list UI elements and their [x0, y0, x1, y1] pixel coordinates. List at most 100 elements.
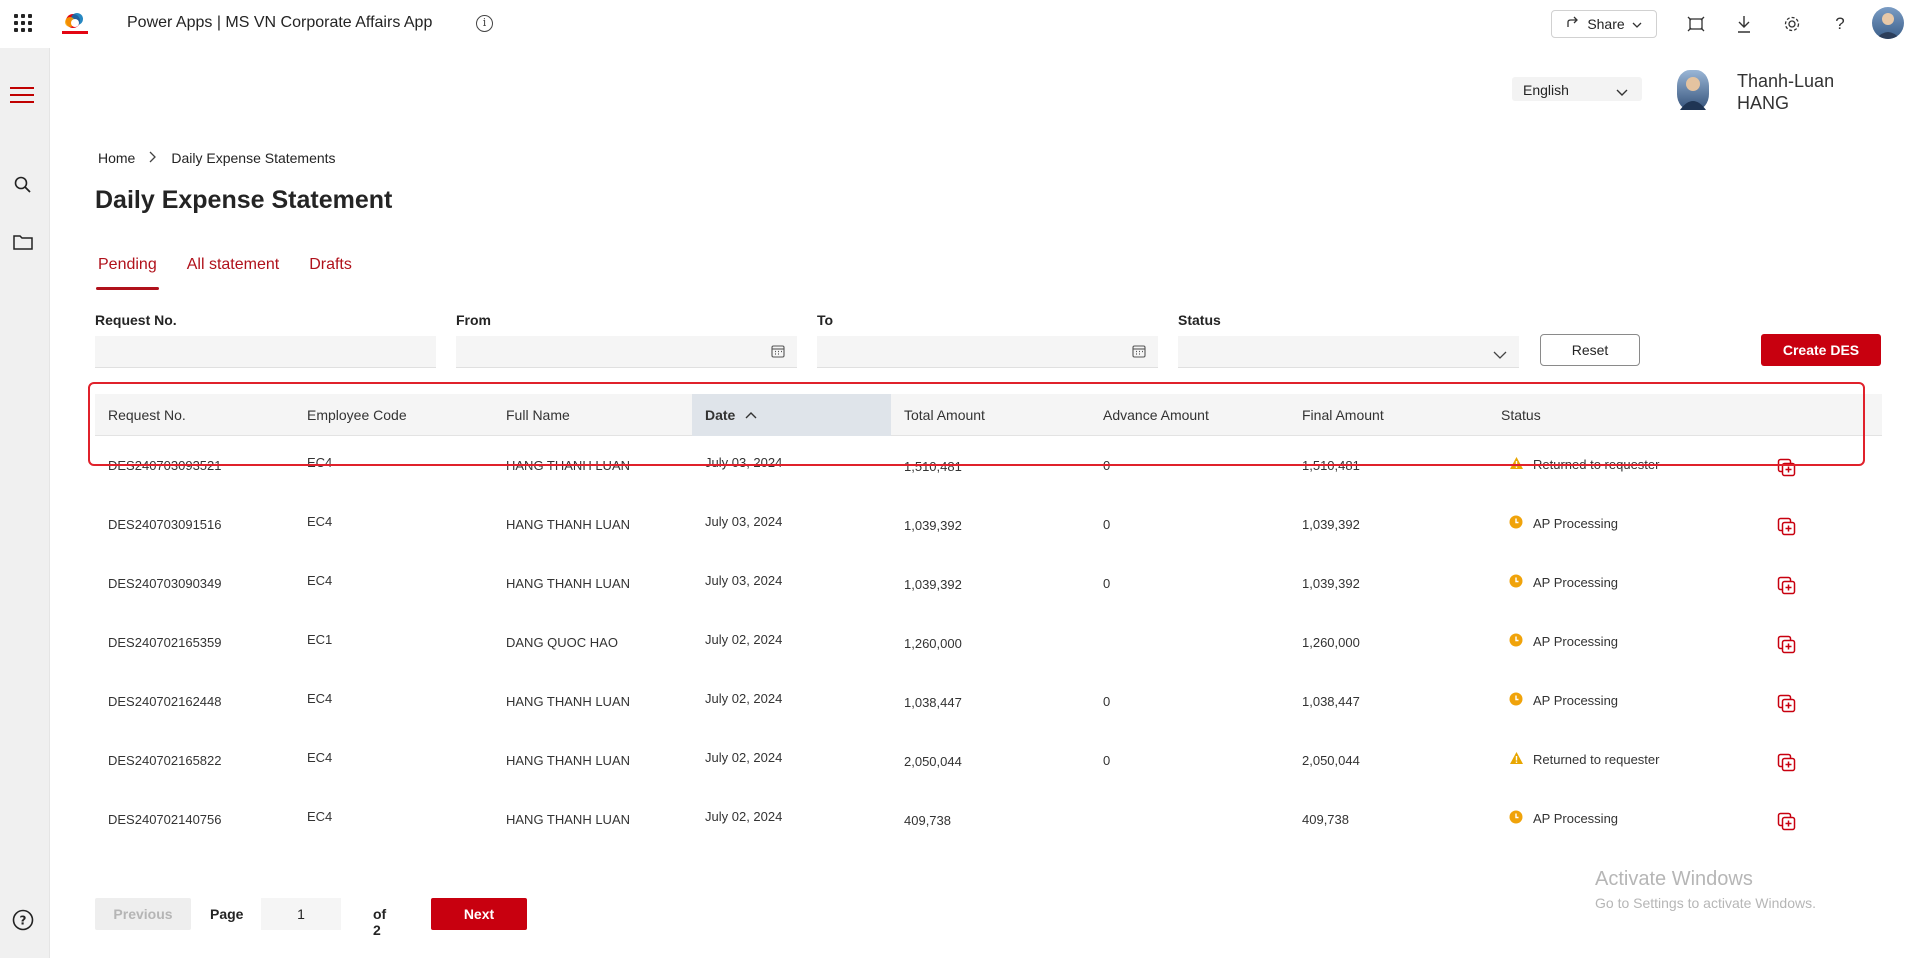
- cell-full-name: HANG THANH LUAN: [506, 753, 631, 768]
- table-row[interactable]: DES240703091516 EC4 HANG THANH LUAN July 03…: [95, 495, 1882, 554]
- chevron-down-icon: [1616, 84, 1628, 100]
- folder-icon[interactable]: [12, 231, 34, 253]
- column-header-advance-amount[interactable]: Advance Amount: [1090, 394, 1289, 436]
- cell-advance-amount: 0: [1103, 753, 1111, 768]
- cell-date: July 03, 2024: [705, 573, 783, 588]
- duplicate-icon[interactable]: [1777, 576, 1797, 596]
- from-label: From: [456, 312, 491, 328]
- duplicate-icon[interactable]: [1777, 458, 1797, 478]
- chevron-down-icon: [1632, 16, 1642, 32]
- status-label: Status: [1178, 312, 1221, 328]
- calendar-icon[interactable]: [771, 344, 785, 358]
- breadcrumb: Home Daily Expense Statements: [98, 150, 336, 166]
- status-dropdown[interactable]: [1178, 336, 1519, 368]
- totalenergies-logo: [58, 11, 92, 37]
- table-row[interactable]: DES240703093521 EC4 HANG THANH LUAN July 03…: [95, 436, 1882, 495]
- table-row[interactable]: DES240702140756 EC4 HANG THANH LUAN July 02…: [95, 790, 1882, 849]
- cell-advance-amount: 0: [1103, 458, 1111, 473]
- help-circle-icon[interactable]: ?: [12, 909, 34, 931]
- duplicate-icon[interactable]: [1777, 753, 1797, 773]
- column-header-employee-code[interactable]: Employee Code: [294, 394, 493, 436]
- tab-pending[interactable]: Pending: [96, 256, 159, 290]
- table-body: DES240703093521 EC4 HANG THANH LUAN July 03…: [95, 436, 1882, 849]
- cell-status: AP Processing: [1533, 516, 1619, 531]
- column-header-final-amount[interactable]: Final Amount: [1289, 394, 1488, 436]
- to-label: To: [817, 312, 834, 328]
- cell-status: AP Processing: [1533, 634, 1619, 649]
- request-no-label: Request No.: [95, 312, 177, 328]
- previous-button[interactable]: Previous: [95, 898, 191, 930]
- cell-date: July 02, 2024: [705, 632, 783, 647]
- table-row[interactable]: DES240702165822 EC4 HANG THANH LUAN July 02…: [95, 731, 1882, 790]
- user-profile: Thanh-Luan HANG: [1677, 70, 1912, 114]
- share-icon: [1566, 16, 1580, 33]
- cell-final-amount: 1,038,447: [1302, 694, 1360, 709]
- column-header-request-no[interactable]: Request No.: [95, 394, 294, 436]
- to-date-input[interactable]: [817, 336, 1158, 368]
- cell-final-amount: 409,738: [1302, 812, 1349, 827]
- page-title: Daily Expense Statement: [95, 186, 393, 214]
- warning-icon: [1509, 751, 1523, 765]
- page-total-label: of 2: [373, 906, 387, 938]
- table-row[interactable]: DES240703090349 EC4 HANG THANH LUAN July 03…: [95, 554, 1882, 613]
- hamburger-menu-icon[interactable]: [10, 87, 34, 103]
- user-name-first: Thanh-Luan: [1737, 71, 1835, 91]
- from-date-input[interactable]: [456, 336, 797, 368]
- watermark-subtitle: Go to Settings to activate Windows.: [1595, 895, 1816, 911]
- reset-button[interactable]: Reset: [1540, 334, 1640, 366]
- cell-status: Returned to requester: [1533, 457, 1660, 472]
- help-icon[interactable]: ?: [1829, 13, 1851, 35]
- duplicate-icon[interactable]: [1777, 635, 1797, 655]
- cell-date: July 03, 2024: [705, 514, 783, 529]
- clock-icon: [1509, 515, 1523, 529]
- cell-final-amount: 1,510,481: [1302, 458, 1360, 473]
- cell-full-name: HANG THANH LUAN: [506, 576, 631, 591]
- download-icon[interactable]: [1733, 13, 1755, 35]
- cell-final-amount: 1,039,392: [1302, 517, 1360, 532]
- cell-date: July 02, 2024: [705, 809, 783, 824]
- cell-employee-code: EC1: [307, 632, 333, 647]
- table-row[interactable]: DES240702162448 EC4 HANG THANH LUAN July 02…: [95, 672, 1882, 731]
- column-header-status[interactable]: Status: [1488, 394, 1882, 436]
- table-row[interactable]: DES240702165359 EC1 DANG QUOC HAO July 02, …: [95, 613, 1882, 672]
- avatar[interactable]: [1872, 7, 1904, 39]
- calendar-icon[interactable]: [1132, 344, 1146, 358]
- cell-total-amount: 1,260,000: [904, 636, 962, 651]
- warning-icon: [1509, 456, 1523, 470]
- settings-icon[interactable]: [1781, 13, 1803, 35]
- duplicate-icon[interactable]: [1777, 812, 1797, 832]
- breadcrumb-home[interactable]: Home: [98, 150, 135, 166]
- info-icon[interactable]: i: [476, 15, 493, 32]
- language-select[interactable]: English: [1512, 77, 1642, 101]
- cell-full-name: DANG QUOC HAO: [506, 635, 618, 650]
- request-no-input[interactable]: [95, 336, 436, 368]
- duplicate-icon[interactable]: [1777, 517, 1797, 537]
- column-header-full-name[interactable]: Full Name: [493, 394, 692, 436]
- cell-request-no: DES240703093521: [108, 458, 222, 473]
- user-name: Thanh-Luan HANG: [1737, 70, 1834, 114]
- share-button[interactable]: Share: [1551, 10, 1657, 38]
- share-label: Share: [1587, 16, 1625, 32]
- clock-icon: [1509, 692, 1523, 706]
- app-launcher-icon[interactable]: [14, 14, 32, 32]
- tab-bar: Pending All statement Drafts: [96, 256, 354, 290]
- cell-final-amount: 1,039,392: [1302, 576, 1360, 591]
- cell-date: July 02, 2024: [705, 691, 783, 706]
- fit-screen-icon[interactable]: [1685, 13, 1707, 35]
- expense-table: Request No. Employee Code Full Name Date…: [95, 394, 1882, 849]
- search-icon[interactable]: [12, 174, 34, 196]
- app-title: Power Apps | MS VN Corporate Affairs App: [127, 14, 433, 31]
- column-header-total-amount[interactable]: Total Amount: [891, 394, 1090, 436]
- tab-drafts[interactable]: Drafts: [307, 256, 354, 290]
- cell-full-name: HANG THANH LUAN: [506, 812, 631, 827]
- tab-all-statement[interactable]: All statement: [185, 256, 281, 290]
- cell-advance-amount: 0: [1103, 517, 1111, 532]
- column-header-date[interactable]: Date: [692, 394, 891, 436]
- sort-ascending-icon: [745, 411, 757, 419]
- page-number-input[interactable]: 1: [261, 898, 341, 930]
- watermark-title: Activate Windows: [1595, 868, 1753, 890]
- create-des-button[interactable]: Create DES: [1761, 334, 1881, 366]
- duplicate-icon[interactable]: [1777, 694, 1797, 714]
- next-button[interactable]: Next: [431, 898, 527, 930]
- cell-full-name: HANG THANH LUAN: [506, 458, 631, 473]
